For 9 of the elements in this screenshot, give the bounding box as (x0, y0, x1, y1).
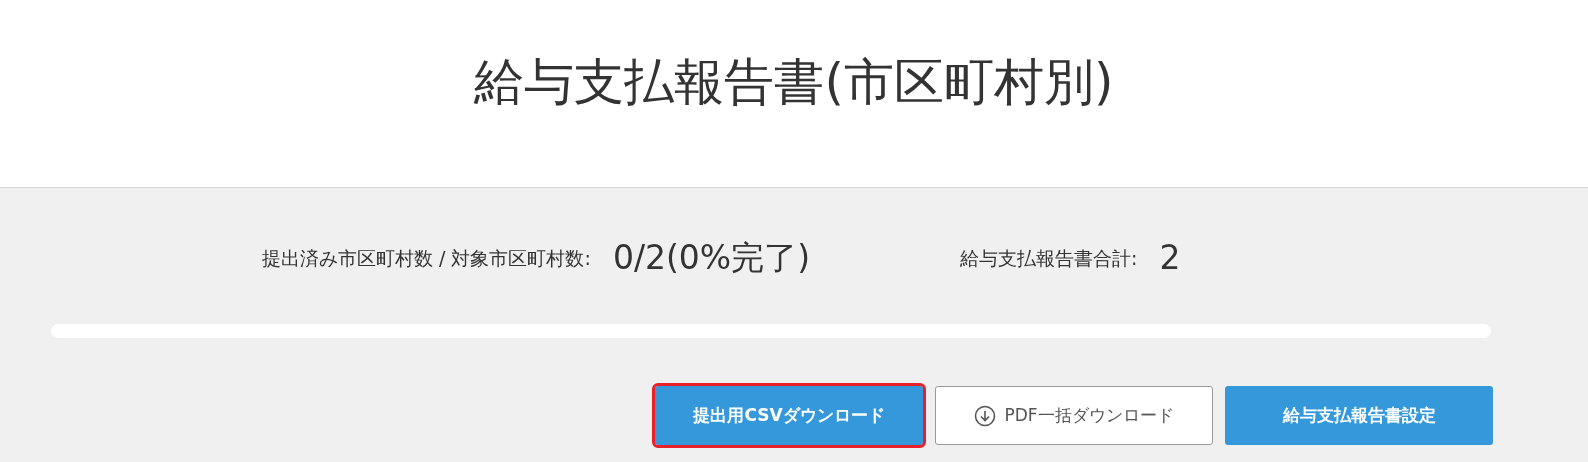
action-button[interactable]: 給与支払報告書設定 (1225, 386, 1493, 445)
action-button[interactable]: 提出用CSVダウンロード (655, 386, 923, 445)
stat-label: 給与支払報告書合計: (960, 245, 1138, 271)
page-title: 給与支払報告書(市区町村別) (474, 56, 1114, 107)
download-icon (974, 404, 997, 427)
stat-value: 2 (1159, 237, 1181, 280)
stat-label: 提出済み市区町村数 / 対象市区町村数: (262, 245, 591, 271)
download-button[interactable]: PDF一括ダウンロード (935, 386, 1213, 445)
stat-value: 0/2(0%完了) (612, 237, 811, 280)
